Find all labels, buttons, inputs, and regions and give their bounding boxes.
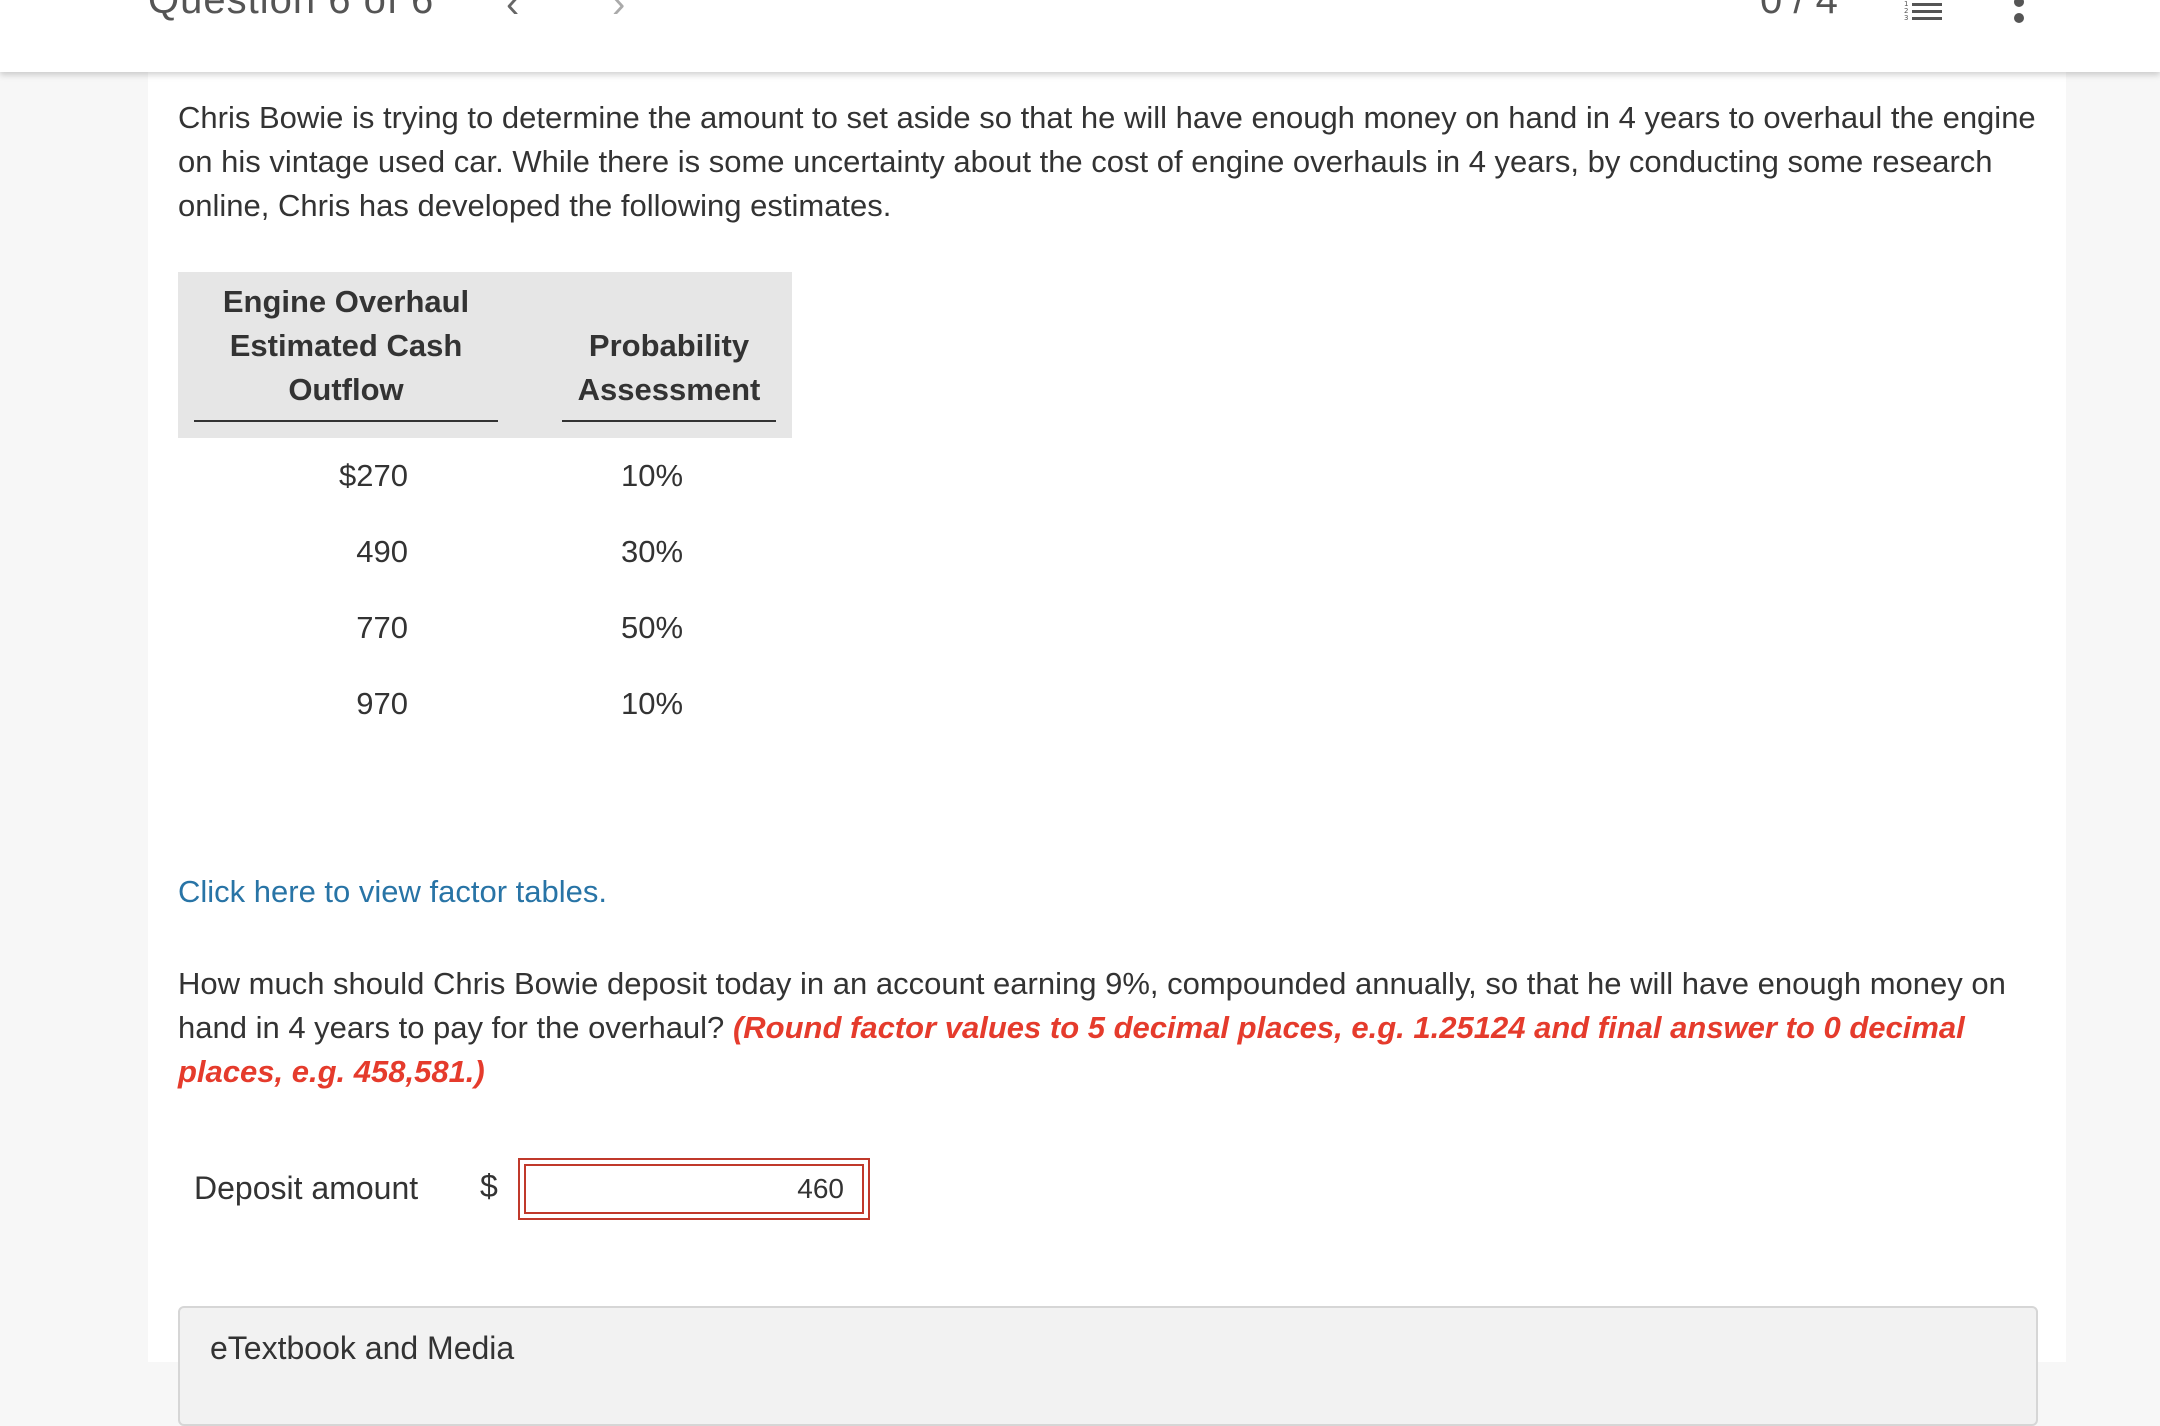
- more-options-icon[interactable]: [2012, 0, 2026, 24]
- table-cell-probability: 50%: [620, 610, 684, 645]
- previous-question-icon[interactable]: ‹: [506, 0, 519, 27]
- amount-column-header: Engine Overhaul Estimated Cash Outflow: [222, 284, 470, 407]
- factor-tables-link[interactable]: Click here to view factor tables.: [178, 874, 607, 910]
- table-cell-probability: 10%: [620, 686, 684, 721]
- table-cell-amount: 490: [356, 534, 408, 569]
- table-cell-amount: 970: [356, 686, 408, 721]
- question-text: How much should Chris Bowie deposit toda…: [178, 962, 2038, 1094]
- etextbook-media-panel[interactable]: eTextbook and Media: [178, 1306, 2038, 1426]
- table-cell-probability: 30%: [620, 534, 684, 569]
- question-card: Chris Bowie is trying to determine the a…: [148, 72, 2066, 1426]
- next-question-icon[interactable]: ›: [612, 0, 625, 27]
- deposit-amount-input[interactable]: [524, 1164, 864, 1214]
- table-cell-amount: $270: [339, 458, 408, 493]
- header-underline: [194, 420, 498, 422]
- table-cell-amount: 770: [356, 610, 408, 645]
- etextbook-media-label: eTextbook and Media: [210, 1330, 515, 1366]
- problem-intro: Chris Bowie is trying to determine the a…: [178, 100, 2036, 223]
- question-title: Question 6 of 6: [148, 0, 435, 22]
- probability-column-header: Probability Assessment: [577, 328, 761, 407]
- deposit-amount-label: Deposit amount: [194, 1170, 419, 1206]
- estimates-table-header: Engine Overhaul Estimated Cash Outflow P…: [178, 272, 792, 438]
- answer-field-frame: [518, 1158, 870, 1220]
- table-cell-probability: 10%: [620, 458, 684, 493]
- svg-text:3: 3: [1904, 14, 1908, 22]
- score-display: 0 / 4: [1760, 0, 1838, 22]
- currency-symbol: $: [480, 1168, 498, 1204]
- question-list-icon[interactable]: 1 2 3: [1904, 0, 1944, 22]
- header-underline: [562, 420, 776, 422]
- question-header: Question 6 of 6 ‹ › 0 / 4 1 2 3: [0, 0, 2160, 72]
